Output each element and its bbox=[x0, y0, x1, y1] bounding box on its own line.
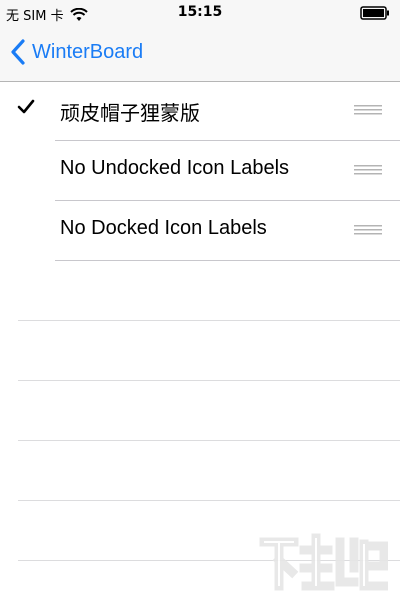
battery-icon bbox=[360, 6, 389, 20]
chevron-left-icon bbox=[11, 39, 25, 65]
navigation-bar: WinterBoard bbox=[0, 26, 400, 82]
list-item-label: No Undocked Icon Labels bbox=[60, 157, 290, 179]
list-item[interactable]: 顽皮帽子狸蒙版 bbox=[17, 81, 400, 141]
empty-row-separator bbox=[18, 500, 400, 501]
empty-row-separator bbox=[18, 320, 400, 321]
back-button-label: WinterBoard bbox=[32, 40, 144, 63]
back-button[interactable]: WinterBoard bbox=[10, 36, 143, 68]
status-bar: 无 SIM 卡 15:15 bbox=[0, 0, 400, 26]
reorder-handle-icon[interactable] bbox=[354, 103, 382, 117]
theme-list: 顽皮帽子狸蒙版 No Undocked Icon Labels No Docke… bbox=[0, 81, 400, 261]
list-item-label: 顽皮帽子狸蒙版 bbox=[60, 103, 200, 125]
reorder-handle-icon[interactable] bbox=[354, 223, 382, 237]
list-item[interactable]: No Undocked Icon Labels bbox=[55, 141, 400, 201]
status-time: 15:15 bbox=[177, 4, 223, 20]
empty-row-separator bbox=[18, 440, 400, 441]
checkmark-icon bbox=[17, 99, 35, 114]
empty-row-separator bbox=[18, 380, 400, 381]
watermark-logo bbox=[259, 533, 388, 591]
reorder-handle-icon[interactable] bbox=[354, 163, 382, 177]
list-item-label: No Docked Icon Labels bbox=[60, 217, 267, 239]
list-item[interactable]: No Docked Icon Labels bbox=[55, 201, 400, 261]
